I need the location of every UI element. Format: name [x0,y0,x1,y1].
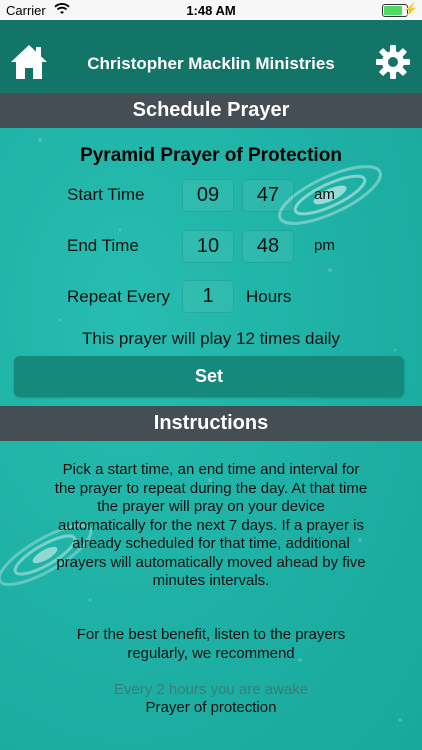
charging-icon: ⚡ [403,2,418,16]
repeat-interval-field[interactable]: 1 [182,280,234,313]
app-title: Christopher Macklin Ministries [87,54,335,73]
instruction-line: automatically for the next 7 days. If a … [58,516,364,534]
start-time-label: Start Time [67,185,145,204]
schedule-prayer-header: Schedule Prayer [0,93,422,128]
status-bar: Carrier 1:48 AM ⚡ [0,0,422,20]
repeat-every-label: Repeat Every [67,287,170,306]
set-button[interactable]: Set [14,356,404,397]
gear-icon[interactable] [375,44,411,80]
start-minute-field[interactable]: 47 [242,179,294,212]
start-ampm-toggle[interactable]: am [314,186,335,203]
start-hour-field[interactable]: 09 [182,179,234,212]
schedule-summary: This prayer will play 12 times daily [82,329,340,348]
recommendation-frequency: Every 2 hours you are awake [113,681,309,698]
end-minute-field[interactable]: 48 [242,230,294,263]
instruction-line: the prayer will pray on your device [97,498,325,515]
repeat-unit-label: Hours [246,287,292,306]
prayer-name: Pyramid Prayer of Protection [80,145,342,166]
recommendation-line: For the best benefit, listen to the pray… [76,626,346,643]
navigation-bar: Christopher Macklin Ministries [0,20,422,93]
recommendation-line: regularly, we recommend [127,644,295,662]
instruction-line: the prayer to repeat during the day. At … [54,479,368,497]
recommendation-paragraph: For the best benefit, listen to the pray… [30,626,392,663]
instruction-line: prayers will automatically moved ahead b… [56,553,366,571]
recommendation-prayer: Prayer of protection [145,699,277,716]
instruction-line: Pick a start time, an end time and inter… [62,461,360,478]
end-hour-field[interactable]: 10 [182,230,234,263]
instructions-header: Instructions [0,406,422,441]
end-ampm-toggle[interactable]: pm [314,237,335,254]
instruction-line: minutes intervals. [152,572,270,589]
end-time-label: End Time [67,236,139,255]
status-time: 1:48 AM [186,3,236,18]
instruction-line: already scheduled for that time, additio… [72,535,350,552]
instructions-paragraph: Pick a start time, an end time and inter… [30,461,392,591]
